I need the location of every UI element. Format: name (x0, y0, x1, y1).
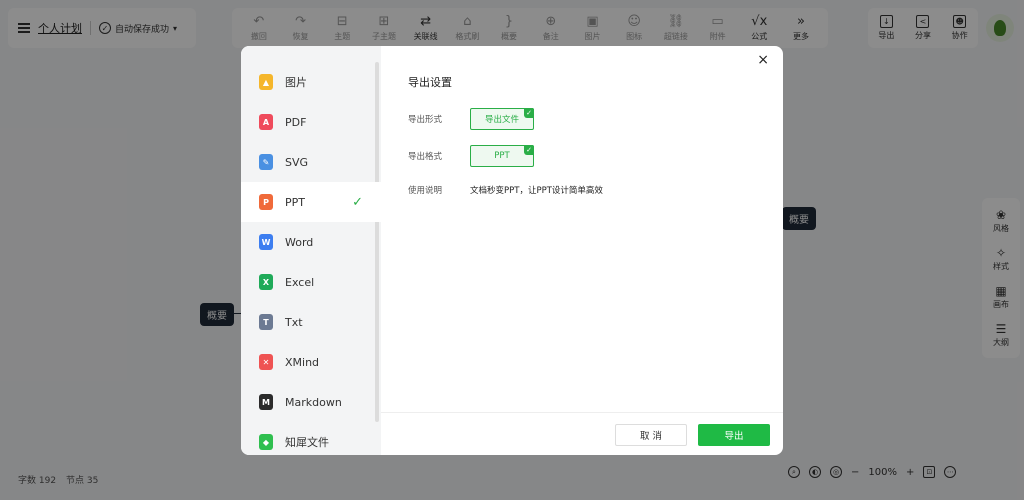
svg-file-icon: ✎ (259, 154, 273, 170)
format-item-label: 图片 (285, 76, 307, 89)
export-dialog: ▲ 图片 A PDF ✎ SVG P PPT ✓ W Word X Excel T Txt ✕ … (241, 46, 783, 455)
chip-check-icon: ✓ (524, 108, 534, 118)
markdown-file-icon: M (259, 394, 273, 410)
chip-check-icon: ✓ (524, 145, 534, 155)
format-item-image[interactable]: ▲ 图片 (241, 62, 381, 102)
format-item-label: Word (285, 235, 314, 249)
export-button[interactable]: 导出 (698, 424, 770, 446)
format-item-zhixi[interactable]: ◆ 知犀文件 (241, 422, 381, 455)
excel-file-icon: X (259, 274, 273, 290)
format-item-label: XMind (285, 355, 320, 369)
format-item-label: 知犀文件 (285, 436, 329, 449)
cancel-button[interactable]: 取 消 (615, 424, 687, 446)
export-form-value: 导出文件 (484, 115, 519, 125)
format-item-xmind[interactable]: ✕ XMind (241, 342, 381, 382)
format-item-word[interactable]: W Word (241, 222, 381, 262)
pdf-file-icon: A (259, 114, 273, 130)
format-item-svg[interactable]: ✎ SVG (241, 142, 381, 182)
selected-check-icon: ✓ (352, 194, 363, 210)
usage-value: 文档秒变PPT，让PPT设计简单高效 (470, 186, 603, 196)
word-file-icon: W (259, 234, 273, 250)
format-item-label: Txt (285, 315, 303, 329)
format-item-markdown[interactable]: M Markdown (241, 382, 381, 422)
zhixi-file-icon: ◆ (259, 434, 273, 450)
export-settings-panel: × 导出设置 导出形式 导出文件 ✓ 导出格式 PPT ✓ 使用说明 文档秒变P… (381, 46, 783, 455)
xmind-file-icon: ✕ (259, 354, 273, 370)
format-item-txt[interactable]: T Txt (241, 302, 381, 342)
format-item-pdf[interactable]: A PDF (241, 102, 381, 142)
format-list: ▲ 图片 A PDF ✎ SVG P PPT ✓ W Word X Excel T Txt ✕ … (241, 46, 381, 455)
usage-row: 使用说明 文档秒变PPT，让PPT设计简单高效 (408, 184, 603, 196)
export-format-option[interactable]: PPT ✓ (470, 145, 534, 167)
export-form-row: 导出形式 导出文件 ✓ (408, 108, 534, 130)
format-item-label: Excel (285, 275, 315, 289)
dialog-title: 导出设置 (408, 76, 452, 89)
ppt-file-icon: P (259, 194, 273, 210)
format-item-ppt[interactable]: P PPT ✓ (241, 182, 381, 222)
format-item-label: SVG (285, 155, 309, 169)
export-form-option[interactable]: 导出文件 ✓ (470, 108, 534, 130)
txt-file-icon: T (259, 314, 273, 330)
export-format-value: PPT (494, 151, 510, 161)
usage-label: 使用说明 (408, 186, 443, 196)
format-item-excel[interactable]: X Excel (241, 262, 381, 302)
image-file-icon: ▲ (259, 74, 273, 90)
dialog-footer: 取 消 导出 (381, 412, 783, 455)
format-item-label: PDF (285, 115, 307, 129)
format-item-label: Markdown (285, 395, 342, 409)
export-format-row: 导出格式 PPT ✓ (408, 145, 534, 167)
export-format-label: 导出格式 (408, 152, 443, 162)
close-icon[interactable]: × (757, 52, 769, 68)
format-item-label: PPT (285, 195, 305, 209)
export-form-label: 导出形式 (408, 115, 443, 125)
